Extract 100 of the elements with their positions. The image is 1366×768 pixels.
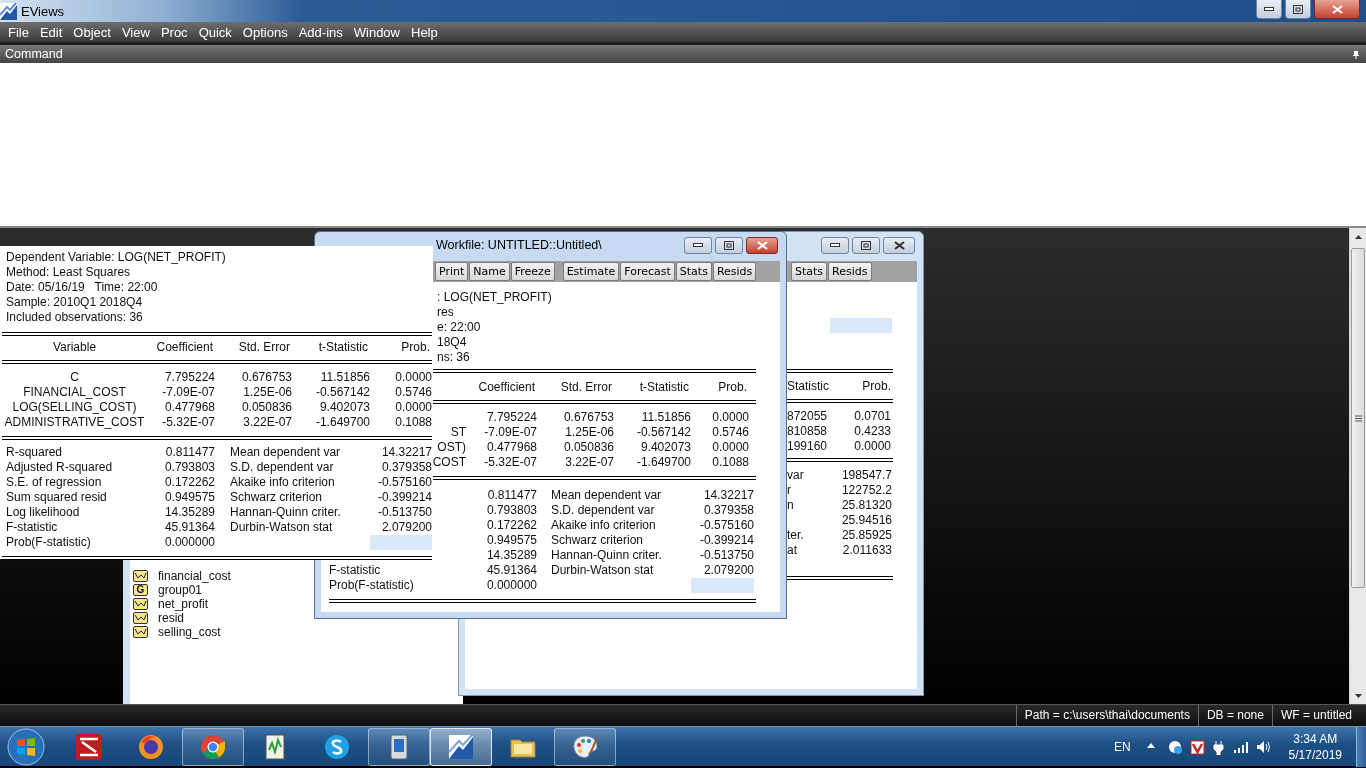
stat-label: S.E. of regression <box>5 475 103 490</box>
stat-label: Durbin-Watson stat <box>551 563 655 578</box>
maximize-button[interactable] <box>1285 0 1311 19</box>
taskbar-button[interactable] <box>430 727 492 766</box>
table-cell-text: 0.1088 <box>394 415 432 430</box>
chat-icon[interactable] <box>1166 738 1183 755</box>
table-cell-text: 0.4233 <box>853 424 891 439</box>
table-cell: 810858 <box>787 424 829 439</box>
toolbar-button[interactable]: Freeze <box>510 262 555 281</box>
minimize-button[interactable] <box>821 236 849 254</box>
object-name[interactable]: resid <box>158 610 184 626</box>
table-cell-text: 7.795224 <box>163 370 215 385</box>
restore-icon <box>861 240 871 250</box>
toolbar-button[interactable]: Forecast <box>620 262 675 281</box>
stat-label: Durbin-Watson stat <box>230 520 334 535</box>
taskbar-button[interactable] <box>182 727 244 766</box>
stat-value: 25.94516 <box>840 513 892 528</box>
stat-label: ter. <box>787 528 805 543</box>
toolbar-button[interactable]: Stats <box>791 262 828 281</box>
menu-item[interactable]: Object <box>68 22 116 42</box>
maximize-button[interactable] <box>852 236 880 254</box>
pin-icon[interactable] <box>1352 49 1360 59</box>
language-indicator[interactable]: EN <box>1113 739 1131 754</box>
clock-time[interactable]: 3:34 AM <box>1293 730 1338 747</box>
object-name[interactable]: financial_cost <box>158 568 231 584</box>
stat-value: -0.399214 <box>376 490 432 505</box>
cell-highlight <box>691 578 754 593</box>
table-cell-text: 0.5746 <box>394 385 432 400</box>
menu-item[interactable]: File <box>3 22 34 42</box>
toolbar-button[interactable]: Resids <box>712 262 757 281</box>
stat-value: 2.079200 <box>702 563 754 578</box>
toolbar-button[interactable]: Resids <box>828 262 872 281</box>
object-name[interactable]: net_profit <box>158 596 209 612</box>
column-header: Statistic <box>787 379 829 394</box>
stat-label: Mean dependent var <box>551 488 663 503</box>
output-line: res <box>437 305 454 320</box>
stat-label: n <box>787 498 795 513</box>
toolbar-button[interactable]: Print <box>435 262 469 281</box>
object-name[interactable]: selling_cost <box>158 624 221 640</box>
scroll-thumb[interactable] <box>1351 248 1365 588</box>
table-cell: 199160 <box>787 439 829 454</box>
power-plug-icon[interactable] <box>1210 738 1227 755</box>
stat-label: R-squared <box>5 445 64 460</box>
stat-value: 2.011633 <box>841 543 892 558</box>
stat-label: Akaike info criterion <box>230 475 336 490</box>
shield-icon[interactable] <box>1188 738 1205 755</box>
toolbar-button[interactable]: Estimate <box>562 262 620 281</box>
stat-label: S.D. dependent var <box>551 503 656 518</box>
minimize-icon <box>693 243 703 247</box>
menu-item[interactable]: Quick <box>193 22 237 42</box>
stat-value: 0.811477 <box>486 488 537 503</box>
graph-icon <box>133 626 148 638</box>
maximize-button[interactable] <box>715 236 743 254</box>
stat-value: 14.35289 <box>485 548 537 563</box>
stat-value: 0.172262 <box>485 518 537 533</box>
toolbar-button[interactable]: Name <box>469 262 510 281</box>
table-cell-text: 1.25E-06 <box>242 385 292 400</box>
table-cell-text: 0.0000 <box>394 370 432 385</box>
menu-item[interactable]: Window <box>348 22 405 42</box>
clock-date[interactable]: 5/17/2019 <box>1288 746 1342 763</box>
table-cell: OST) <box>437 440 466 455</box>
close-button[interactable] <box>883 236 915 254</box>
table-cell-text: 0.5746 <box>711 425 749 440</box>
table-cell: ADMINISTRATIVE_COST <box>4 415 145 430</box>
menu-item[interactable]: Help <box>406 22 443 42</box>
toolbar-button[interactable]: Stats <box>675 262 712 281</box>
close-icon <box>1331 4 1343 14</box>
window-title: Workfile: UNTITLED::Untitled\ <box>436 237 602 253</box>
stat-value: 0.949575 <box>163 490 215 505</box>
output-line: e: 22:00 <box>437 320 481 335</box>
arrow-up-icon <box>1354 234 1362 239</box>
stat-value: 0.000000 <box>163 535 215 550</box>
stat-value: 122752.2 <box>840 483 892 498</box>
group-icon: G <box>133 584 148 596</box>
column-header: t-Statistic <box>638 380 690 395</box>
taskbar-button[interactable] <box>368 727 430 766</box>
output-line: ns: 36 <box>437 350 470 365</box>
command-field[interactable] <box>0 63 1366 228</box>
cell-highlight <box>370 535 432 550</box>
stat-value: 0.949575 <box>485 533 537 548</box>
stat-value: 2.079200 <box>380 520 432 535</box>
table-cell-text: 0.477968 <box>485 440 537 455</box>
graph-icon <box>133 612 148 624</box>
menu-item[interactable]: Edit <box>34 22 68 42</box>
menu-item[interactable]: Options <box>237 22 293 42</box>
minimize-button[interactable] <box>684 236 712 254</box>
table-cell-text: -5.32E-07 <box>483 455 537 470</box>
object-name[interactable]: group01 <box>158 582 203 598</box>
menu-item[interactable]: Proc <box>155 22 193 42</box>
close-button[interactable] <box>1314 0 1360 19</box>
start-button[interactable] <box>4 727 48 766</box>
show-desktop-button[interactable] <box>1356 726 1366 767</box>
close-button[interactable] <box>746 236 778 254</box>
stat-label: r <box>787 483 792 498</box>
stat-value: -0.513750 <box>376 505 432 520</box>
minimize-button[interactable] <box>1256 0 1282 19</box>
menu-item[interactable]: Add-ins <box>293 22 348 42</box>
stat-label: at <box>787 543 798 558</box>
taskbar-button[interactable] <box>554 727 616 766</box>
menu-item[interactable]: View <box>116 22 155 42</box>
